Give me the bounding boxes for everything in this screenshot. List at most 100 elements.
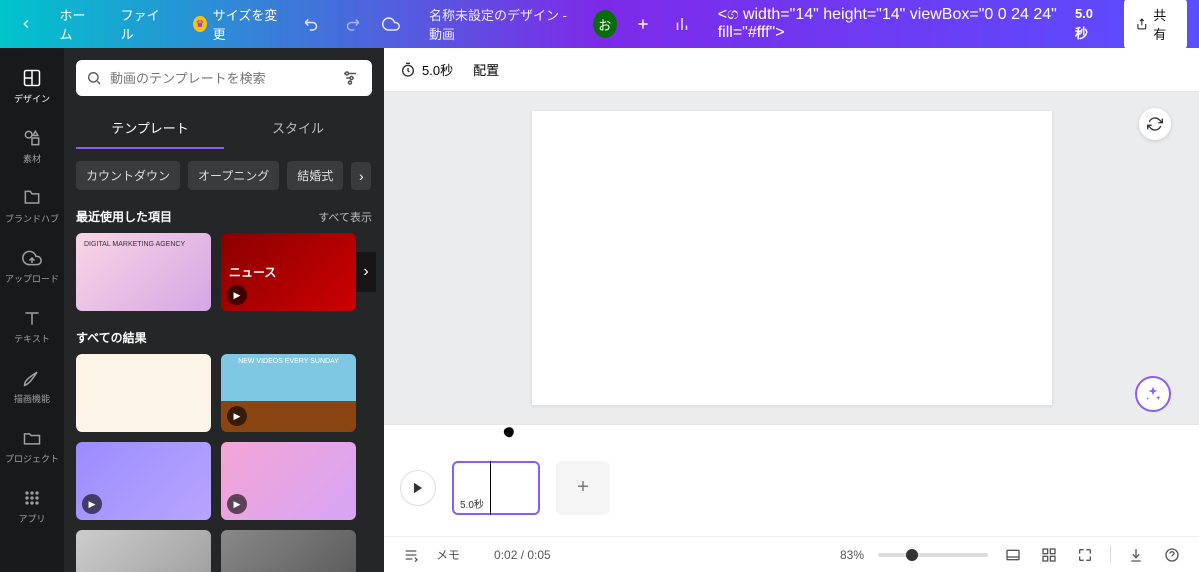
shapes-icon [22,128,42,148]
upload-icon [22,248,42,268]
thumb-caption: NEW VIDEOS EVERY SUNDAY [221,358,356,365]
chip-opening[interactable]: オープニング [188,161,279,190]
duration-button[interactable]: 5.0秒 [400,60,453,79]
notes-icon[interactable] [400,544,422,566]
clip-duration-label: 5.0秒 [460,496,484,511]
template-thumb[interactable] [76,530,211,572]
templates-panel: テンプレート スタイル カウントダウン オープニング 結婚式 › 最近使用した項… [64,48,384,572]
play-icon: ▶ [227,494,247,514]
home-link[interactable]: ホーム [51,0,100,49]
fullscreen-button[interactable] [1074,544,1096,566]
add-member-button[interactable] [629,8,656,40]
top-bar: ホーム ファイル ♛ サイズを変更 名称未設定のデザイン - 動画 お <ග w… [0,0,1199,48]
zoom-knob[interactable] [906,549,918,561]
template-thumb[interactable] [76,354,211,432]
tab-styles[interactable]: スタイル [224,108,372,149]
back-button[interactable] [12,8,39,40]
bottom-bar: メモ 0:02 / 0:05 83% [384,536,1199,572]
crown-icon: ♛ [193,16,207,32]
resize-label: サイズを変更 [213,5,279,43]
undo-button[interactable] [299,8,326,40]
thumb-caption: DIGITAL MARKETING AGENCY [84,241,185,248]
play-icon: ▶ [82,494,102,514]
grid-view-button[interactable] [1038,544,1060,566]
template-thumb[interactable]: ▶ [76,442,211,520]
search-wrap [76,60,372,96]
rail-brand[interactable]: ブランドハブ [0,176,64,236]
file-menu[interactable]: ファイル [113,0,174,49]
all-results-header: すべての結果 [76,329,372,346]
template-thumb[interactable]: DIGITAL MARKETING AGENCY [76,233,211,311]
layout-icon [22,68,42,88]
apps-icon [22,488,42,508]
preview-play-button[interactable]: <ග width="14" height="14" viewBox="0 0 2… [708,1,1112,47]
timeline-play-button[interactable] [400,470,436,506]
search-filter-button[interactable] [338,66,362,90]
recent-title: 最近使用した項目 [76,208,172,225]
rail-apps[interactable]: アプリ [0,476,64,536]
chip-wedding[interactable]: 結婚式 [287,161,343,190]
canvas-area: 5.0秒 配置 5.0秒 [384,48,1199,572]
recent-see-all[interactable]: すべて表示 [318,209,372,225]
search-input[interactable] [110,71,330,86]
folder-icon [22,428,42,448]
resize-button[interactable]: ♛ サイズを変更 [185,0,286,49]
canvas-toolbar: 5.0秒 配置 [384,48,1199,92]
rail-design[interactable]: デザイン [0,56,64,116]
rail-label: アプリ [18,512,45,525]
timeline: 5.0秒 + [384,424,1199,536]
arrange-button[interactable]: 配置 [473,60,499,79]
zoom-percent: 83% [840,548,864,562]
avatar[interactable]: お [593,10,617,38]
all-results-title: すべての結果 [76,329,147,346]
playhead-icon[interactable] [502,425,516,439]
text-icon [22,308,42,328]
rail-label: プロジェクト [5,452,59,465]
share-label: 共有 [1153,5,1175,43]
download-button[interactable] [1125,544,1147,566]
preview-duration: 5.0秒 [1075,6,1093,41]
thumbnail-view-button[interactable] [1002,544,1024,566]
side-rail: デザイン 素材 ブランドハブ アップロード テキスト 描画機能 プロジェクト [0,48,64,572]
template-thumb[interactable]: ニュース ▶ [221,233,356,311]
regenerate-button[interactable] [1139,108,1171,140]
rail-text[interactable]: テキスト [0,296,64,356]
thumb-caption: ニュース [229,264,276,281]
canvas-page[interactable] [532,111,1052,405]
tab-templates[interactable]: テンプレート [76,108,224,149]
rail-projects[interactable]: プロジェクト [0,416,64,476]
canvas-stage[interactable] [384,92,1199,424]
rail-label: 素材 [23,152,41,165]
chip-countdown[interactable]: カウントダウン [76,161,180,190]
redo-button[interactable] [338,8,365,40]
play-icon: ▶ [227,285,247,305]
rail-upload[interactable]: アップロード [0,236,64,296]
template-thumb[interactable] [221,530,356,572]
rail-elements[interactable]: 素材 [0,116,64,176]
cloud-sync-icon[interactable] [378,8,405,40]
template-thumb[interactable]: NEW VIDEOS EVERY SUNDAY ▶ [221,354,356,432]
play-icon: ▶ [227,406,247,426]
chips-next-button[interactable]: › [351,162,371,190]
timeline-clip[interactable]: 5.0秒 [452,461,540,515]
template-thumb[interactable]: ▶ [221,442,356,520]
search-icon [86,70,102,86]
document-title[interactable]: 名称未設定のデザイン - 動画 [429,5,573,43]
analytics-button[interactable] [668,8,695,40]
draw-icon [22,368,42,388]
duration-label: 5.0秒 [422,60,453,79]
rail-label: ブランドハブ [5,212,59,225]
clip-cursor [490,461,491,515]
add-page-button[interactable]: + [556,461,610,515]
zoom-slider[interactable] [878,553,988,557]
help-button[interactable] [1161,544,1183,566]
recent-next-button[interactable]: › [356,252,376,292]
timeline-ruler[interactable] [384,425,1199,439]
rail-label: デザイン [14,92,50,105]
rail-draw[interactable]: 描画機能 [0,356,64,416]
share-button[interactable]: 共有 [1124,0,1187,49]
magic-button[interactable] [1135,376,1171,412]
notes-label[interactable]: メモ [436,546,460,563]
brand-icon [22,188,42,208]
recent-header: 最近使用した項目 すべて表示 [76,208,372,225]
